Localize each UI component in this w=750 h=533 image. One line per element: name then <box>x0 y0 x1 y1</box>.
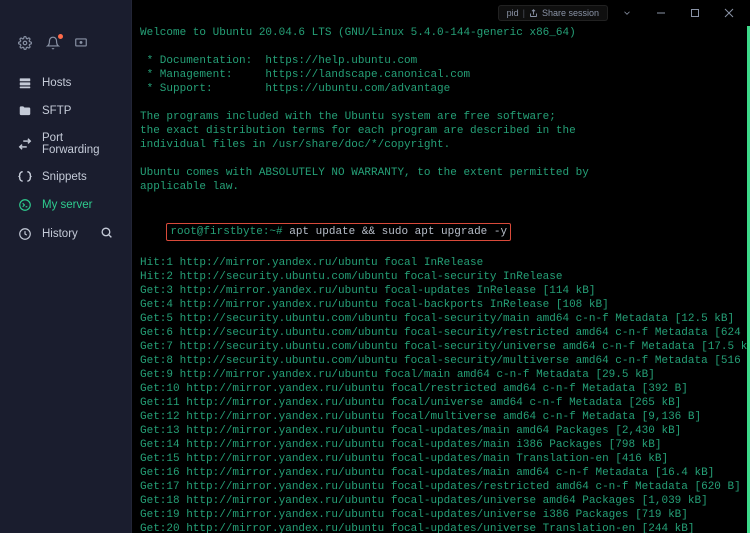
terminal-output-line: Get:11 http://mirror.yandex.ru/ubuntu fo… <box>140 396 744 410</box>
terminal-line: applicable law. <box>140 180 744 194</box>
sidebar-item-hosts[interactable]: Hosts <box>0 69 131 97</box>
arrows-icon <box>18 137 32 151</box>
dropdown-button[interactable] <box>612 2 642 24</box>
sidebar-item-snippets[interactable]: Snippets <box>0 163 131 191</box>
sidebar-item-label: History <box>42 228 78 240</box>
terminal-line: the exact distribution terms for each pr… <box>140 124 744 138</box>
minimize-button[interactable] <box>646 2 676 24</box>
share-session-pill[interactable]: pid | Share session <box>498 5 608 21</box>
terminal-line: * Documentation: https://help.ubuntu.com <box>140 54 744 68</box>
terminal-line: individual files in /usr/share/doc/*/cop… <box>140 138 744 152</box>
chevron-down-icon <box>622 8 632 18</box>
terminal-output-line: Get:17 http://mirror.yandex.ru/ubuntu fo… <box>140 480 744 494</box>
history-icon <box>18 227 32 241</box>
terminal-output-line: Hit:2 http://security.ubuntu.com/ubuntu … <box>140 270 744 284</box>
notification-dot-icon <box>58 34 63 39</box>
sidebar-item-label: SFTP <box>42 105 71 117</box>
sidebar-item-sftp[interactable]: SFTP <box>0 97 131 125</box>
terminal-output-line: Get:10 http://mirror.yandex.ru/ubuntu fo… <box>140 382 744 396</box>
maximize-button[interactable] <box>680 2 710 24</box>
terminal-output-line: Get:12 http://mirror.yandex.ru/ubuntu fo… <box>140 410 744 424</box>
terminal-output-line: Get:19 http://mirror.yandex.ru/ubuntu fo… <box>140 508 744 522</box>
hosts-icon <box>18 76 32 90</box>
screen-icon <box>74 36 88 50</box>
terminal-output-line: Get:16 http://mirror.yandex.ru/ubuntu fo… <box>140 466 744 480</box>
command-line-highlight: root@firstbyte:~# apt update && sudo apt… <box>140 208 744 256</box>
minimize-icon <box>656 8 666 18</box>
share-label: Share session <box>542 8 599 18</box>
screen-button[interactable] <box>74 36 88 55</box>
sidebar-item-port-forwarding[interactable]: Port Forwarding <box>0 125 131 163</box>
share-icon <box>529 9 538 18</box>
sidebar-item-label: Snippets <box>42 171 87 183</box>
history-search-button[interactable] <box>100 226 113 242</box>
terminal-output-line: Get:20 http://mirror.yandex.ru/ubuntu fo… <box>140 522 744 533</box>
terminal-output-line: Get:14 http://mirror.yandex.ru/ubuntu fo… <box>140 438 744 452</box>
terminal-output-line: Get:5 http://security.ubuntu.com/ubuntu … <box>140 312 744 326</box>
search-icon <box>100 226 113 239</box>
close-icon <box>724 8 734 18</box>
settings-button[interactable] <box>18 36 32 55</box>
notifications-button[interactable] <box>46 36 60 55</box>
sidebar-item-my-server[interactable]: My server <box>0 191 131 219</box>
share-session-button[interactable]: Share session <box>529 8 599 18</box>
terminal-line: Welcome to Ubuntu 20.04.6 LTS (GNU/Linux… <box>140 26 744 40</box>
terminal-output-line: Hit:1 http://mirror.yandex.ru/ubuntu foc… <box>140 256 744 270</box>
sidebar-item-label: Port Forwarding <box>42 132 113 156</box>
titlebar: pid | Share session <box>498 0 750 26</box>
terminal-output-line: Get:3 http://mirror.yandex.ru/ubuntu foc… <box>140 284 744 298</box>
terminal-output-line: Get:9 http://mirror.yandex.ru/ubuntu foc… <box>140 368 744 382</box>
terminal-line: * Support: https://ubuntu.com/advantage <box>140 82 744 96</box>
terminal-output-line: Get:13 http://mirror.yandex.ru/ubuntu fo… <box>140 424 744 438</box>
gear-icon <box>18 36 32 50</box>
terminal-output-line: Get:15 http://mirror.yandex.ru/ubuntu fo… <box>140 452 744 466</box>
sidebar: Hosts SFTP Port Forwarding Snippets My s… <box>0 0 132 533</box>
terminal-prompt: root@firstbyte:~# <box>170 226 289 238</box>
sidebar-item-history[interactable]: History <box>0 219 131 249</box>
maximize-icon <box>690 8 700 18</box>
terminal-line: The programs included with the Ubuntu sy… <box>140 110 744 124</box>
terminal-pane[interactable]: Welcome to Ubuntu 20.04.6 LTS (GNU/Linux… <box>132 0 750 533</box>
share-prefix: pid <box>507 8 519 18</box>
terminal-output-line: Get:8 http://security.ubuntu.com/ubuntu … <box>140 354 744 368</box>
terminal-output-line: Get:4 http://mirror.yandex.ru/ubuntu foc… <box>140 298 744 312</box>
terminal-line: * Management: https://landscape.canonica… <box>140 68 744 82</box>
terminal-output-line: Get:18 http://mirror.yandex.ru/ubuntu fo… <box>140 494 744 508</box>
terminal-output-line: Get:6 http://security.ubuntu.com/ubuntu … <box>140 326 744 340</box>
close-button[interactable] <box>714 2 744 24</box>
code-icon <box>18 170 32 184</box>
terminal-active-icon <box>18 198 32 212</box>
sidebar-icon-row <box>0 36 131 69</box>
terminal-output-line: Get:7 http://security.ubuntu.com/ubuntu … <box>140 340 744 354</box>
terminal-line: Ubuntu comes with ABSOLUTELY NO WARRANTY… <box>140 166 744 180</box>
sidebar-item-label: My server <box>42 199 92 211</box>
terminal-command: apt update && sudo apt upgrade -y <box>289 226 507 238</box>
sidebar-item-label: Hosts <box>42 77 71 89</box>
folder-icon <box>18 104 32 118</box>
